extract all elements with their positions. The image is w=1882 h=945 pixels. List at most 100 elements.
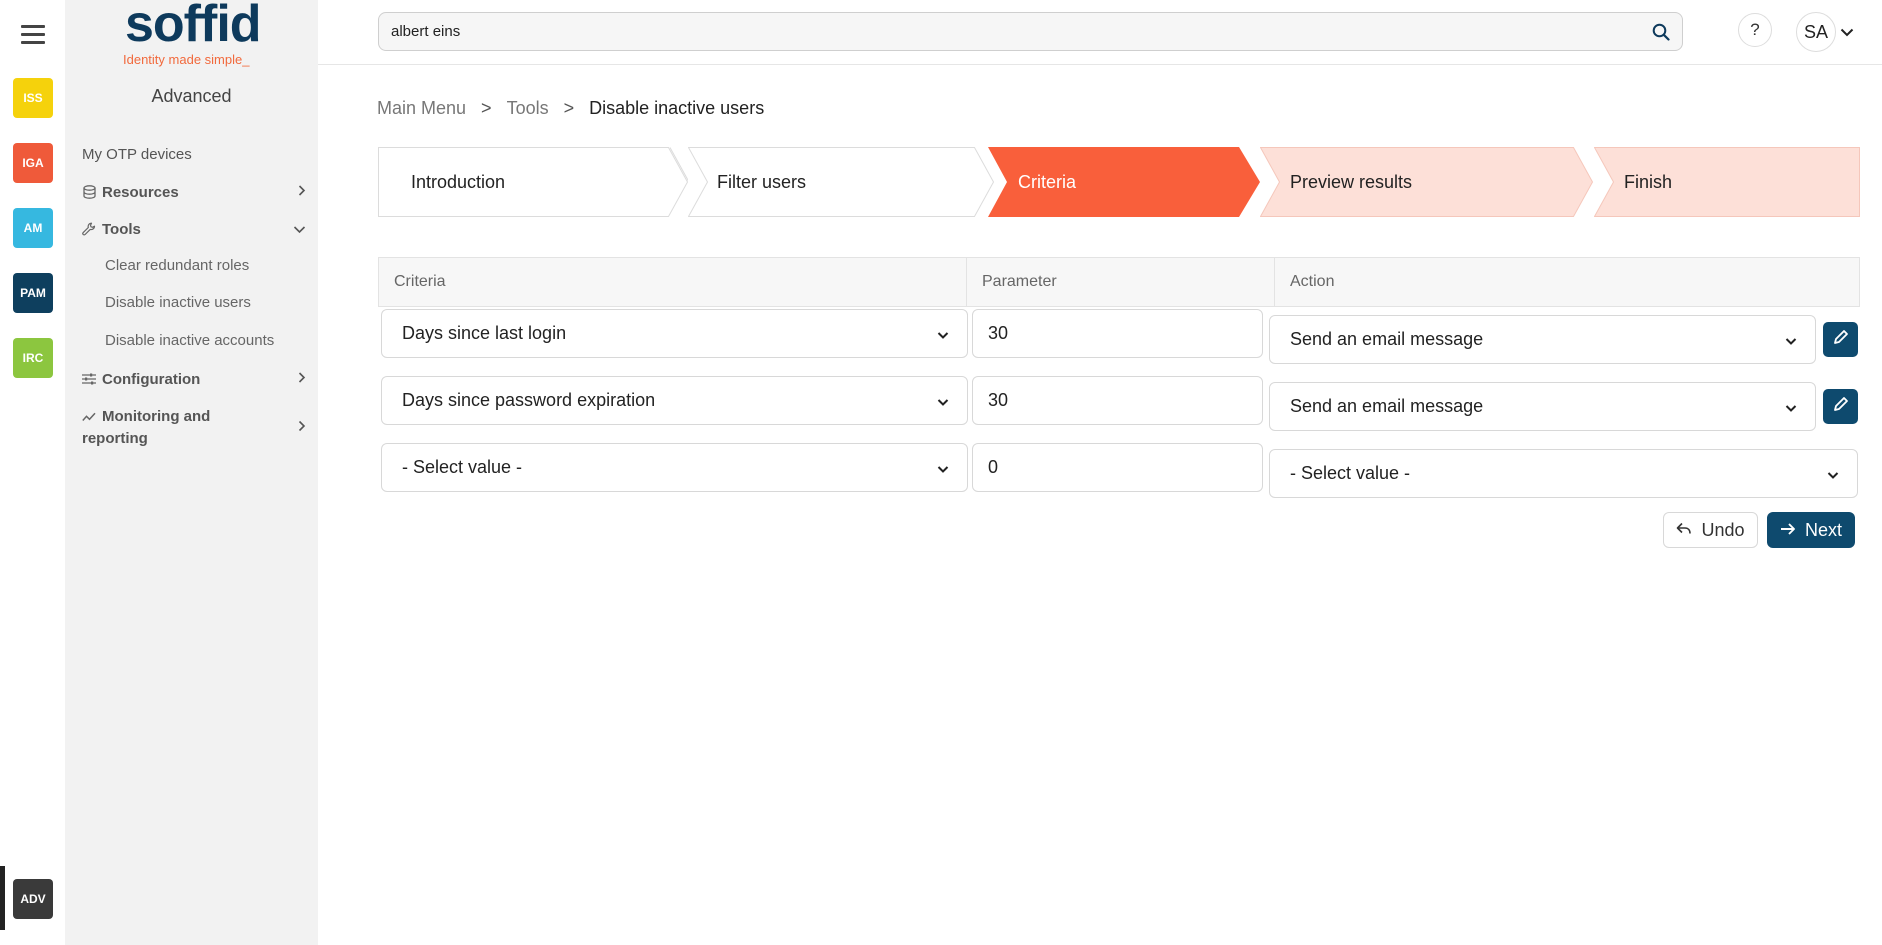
sidebar-item-label: Tools [102,220,141,238]
breadcrumb-tools[interactable]: Tools [507,98,549,119]
app-irc-button[interactable]: IRC [13,338,53,378]
parameter-input[interactable] [972,309,1263,358]
chevron-down-icon [937,390,949,411]
breadcrumb-separator: > [481,98,492,118]
user-avatar[interactable]: SA [1796,12,1836,52]
pencil-icon [1833,329,1849,350]
parameter-input-field[interactable] [973,444,1262,491]
breadcrumb-separator: > [563,98,575,118]
wizard-step-filter-users[interactable]: Filter users [688,147,994,217]
soffid-logo[interactable]: soffid Identity made simple_ [121,0,271,68]
sidebar: soffid Identity made simple_ Advanced My… [65,0,318,945]
global-search [378,12,1683,51]
chevron-down-icon [1785,329,1797,350]
sidebar-item-resources[interactable]: Resources [82,181,312,203]
chart-line-icon [82,410,96,424]
action-select-value: Send an email message [1290,396,1484,416]
app-iss-label: ISS [23,91,43,105]
app-pam-label: PAM [20,286,46,300]
sidebar-item-label: Resources [102,183,179,201]
criteria-select[interactable]: - Select value - [381,443,968,492]
chevron-right-icon [298,184,306,201]
breadcrumb: Main Menu > Tools > Disable inactive use… [377,98,764,119]
column-header-parameter: Parameter [966,258,1274,306]
help-button[interactable]: ? [1738,13,1772,47]
criteria-select[interactable]: Days since last login [381,309,968,358]
breadcrumb-current: Disable inactive users [589,98,765,118]
sidebar-subitem-clear-redundant-roles[interactable]: Clear redundant roles [105,257,249,274]
wizard-step-label: Introduction [411,171,506,192]
table-header: Criteria Parameter Action [378,257,1860,307]
wizard-step-finish[interactable]: Finish [1594,147,1860,217]
wizard-step-label: Preview results [1290,171,1413,192]
chevron-down-icon [1785,396,1797,417]
app-am-button[interactable]: AM [13,208,53,248]
parameter-input[interactable] [972,443,1263,492]
sidebar-item-label: Configuration [102,370,201,388]
sliders-icon [82,372,96,386]
sidebar-item-tools[interactable]: Tools [82,218,312,240]
search-icon[interactable] [1652,23,1670,46]
edit-action-button[interactable] [1823,322,1858,357]
sidebar-item-label: My OTP devices [82,145,192,163]
app-iga-button[interactable]: IGA [13,143,53,183]
chevron-down-icon[interactable] [1840,24,1854,42]
undo-icon [1676,520,1701,541]
parameter-input-field[interactable] [973,377,1262,424]
active-app-indicator [0,866,5,930]
top-bar: ? SA [318,0,1882,65]
database-icon [82,185,96,199]
sidebar-item-monitoring-reporting[interactable]: Monitoring and reporting [82,406,312,450]
chevron-down-icon [293,221,306,238]
column-header-action: Action [1274,258,1859,306]
action-select[interactable]: - Select value - [1269,449,1858,498]
parameter-input[interactable] [972,376,1263,425]
criteria-select-value: Days since last login [402,323,567,343]
criteria-select-value: - Select value - [402,457,523,477]
sidebar-subitem-disable-inactive-users[interactable]: Disable inactive users [105,294,251,311]
app-am-label: AM [23,221,43,235]
app-rail: ISS IGA AM PAM IRC ADV [0,0,65,945]
wizard-step-introduction[interactable]: Introduction [378,147,688,217]
breadcrumb-main-menu[interactable]: Main Menu [377,98,466,119]
chevron-right-icon [298,417,306,439]
undo-label: Undo [1701,519,1745,540]
action-select[interactable]: Send an email message [1269,382,1816,431]
next-label: Next [1804,519,1842,540]
sidebar-subitem-disable-inactive-accounts[interactable]: Disable inactive accounts [105,332,274,349]
action-select-value: - Select value - [1290,463,1411,483]
edit-action-button[interactable] [1823,389,1858,424]
logo-tagline: Identity made simple_ [123,52,250,67]
hamburger-menu-icon[interactable] [21,25,45,45]
wizard-step-criteria[interactable]: Criteria [988,147,1260,217]
search-input[interactable] [379,13,1619,50]
app-irc-label: IRC [22,351,44,365]
parameter-input-field[interactable] [973,310,1262,357]
sidebar-item-label: Monitoring and [102,408,211,425]
criteria-select[interactable]: Days since password expiration [381,376,968,425]
wrench-icon [82,222,96,236]
chevron-right-icon [298,371,306,388]
wizard-step-label: Finish [1624,171,1673,192]
column-header-criteria: Criteria [394,273,446,290]
chevron-down-icon [1827,463,1839,484]
action-select[interactable]: Send an email message [1269,315,1816,364]
wizard-step-label: Criteria [1018,171,1077,192]
next-button[interactable]: Next [1767,512,1855,548]
undo-button[interactable]: Undo [1663,512,1758,548]
wizard-step-preview-results[interactable]: Preview results [1260,147,1594,217]
app-adv-button[interactable]: ADV [13,879,53,919]
wizard-steps: Introduction Filter users Criteria Previ… [378,147,1860,217]
action-select-value: Send an email message [1290,329,1484,349]
app-iga-label: IGA [22,156,44,170]
sidebar-item-configuration[interactable]: Configuration [82,368,312,390]
app-pam-button[interactable]: PAM [13,273,53,313]
sidebar-item-label-line2: reporting [82,430,148,447]
chevron-down-icon [937,323,949,344]
wizard-step-label: Filter users [717,171,807,192]
app-adv-label: ADV [20,892,46,906]
sidebar-item-otp-devices[interactable]: My OTP devices [82,144,312,164]
sidebar-title: Advanced [151,86,232,106]
logo-wordmark: soffid [125,0,262,53]
app-iss-button[interactable]: ISS [13,78,53,118]
